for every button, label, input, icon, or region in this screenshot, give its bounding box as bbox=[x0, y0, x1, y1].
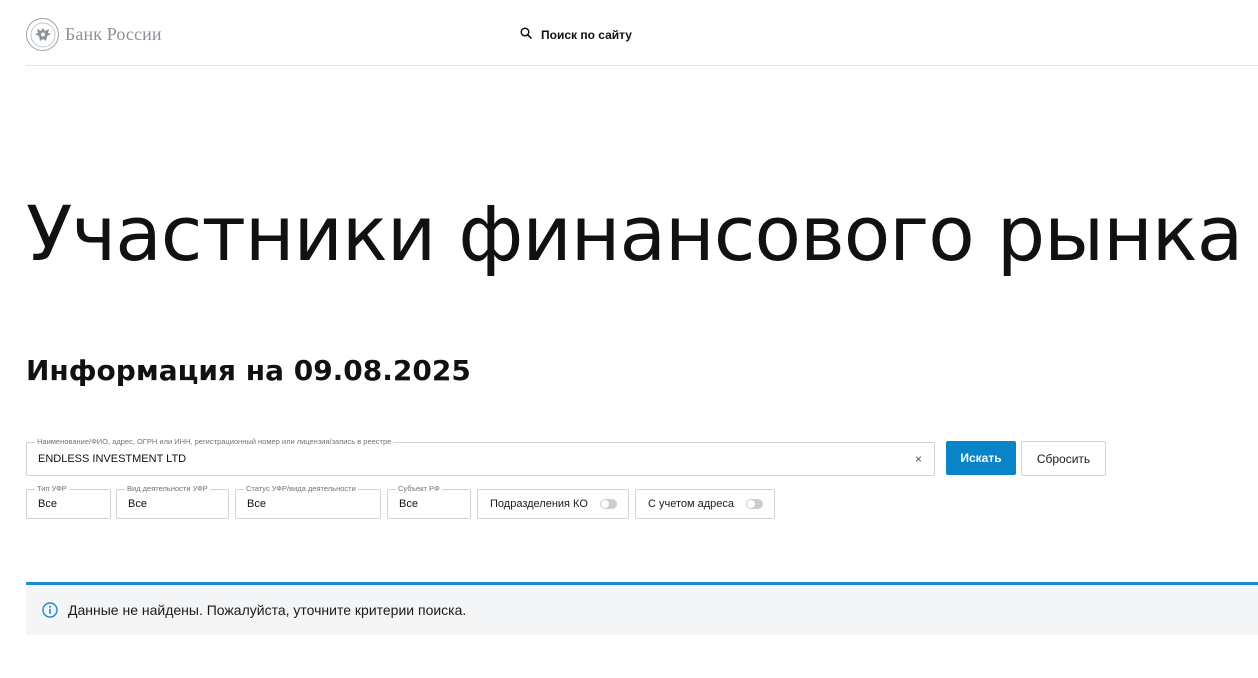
search-field-legend: Наименование/ФИО, адрес, ОГРН или ИНН, р… bbox=[35, 437, 394, 447]
address-toggle[interactable]: С учетом адреса bbox=[635, 489, 775, 519]
filter-region-select[interactable]: Субъект РФ Все bbox=[387, 484, 471, 519]
logo-text: Банк России bbox=[65, 24, 162, 44]
filter-value: Все bbox=[38, 498, 57, 510]
toggle-label: С учетом адреса bbox=[648, 498, 735, 510]
filter-status-select[interactable]: Статус УФР/вида деятельности Все bbox=[235, 484, 381, 519]
filter-activity-type-select[interactable]: Вид деятельности УФР Все bbox=[116, 484, 229, 519]
filter-value: Все bbox=[399, 498, 418, 510]
info-icon bbox=[42, 602, 58, 618]
site-search-label: Поиск по сайту bbox=[541, 28, 632, 42]
toggle-switch[interactable] bbox=[600, 499, 617, 509]
page-title: Участники финансового рынка bbox=[26, 189, 1243, 278]
registry-search-input[interactable]: Наименование/ФИО, адрес, ОГРН или ИНН, р… bbox=[26, 437, 935, 476]
toggle-label: Подразделения КО bbox=[490, 498, 588, 510]
search-button[interactable]: Искать bbox=[946, 441, 1016, 475]
filter-legend: Тип УФР bbox=[35, 484, 69, 494]
filter-legend: Статус УФР/вида деятельности bbox=[244, 484, 358, 494]
site-search-button[interactable]: Поиск по сайту bbox=[520, 26, 632, 44]
branches-toggle[interactable]: Подразделения КО bbox=[477, 489, 629, 519]
bank-logo[interactable]: Банк России bbox=[26, 18, 162, 51]
alert-message: Данные не найдены. Пожалуйста, уточните … bbox=[68, 602, 467, 618]
clear-icon[interactable]: × bbox=[915, 452, 922, 466]
filter-ufr-type-select[interactable]: Тип УФР Все bbox=[26, 484, 111, 519]
filter-legend: Вид деятельности УФР bbox=[125, 484, 210, 494]
reset-button[interactable]: Сбросить bbox=[1021, 441, 1106, 476]
filter-value: Все bbox=[128, 498, 147, 510]
search-field-value: ENDLESS INVESTMENT LTD bbox=[38, 453, 187, 465]
toggle-switch[interactable] bbox=[746, 499, 763, 509]
filter-value: Все bbox=[247, 498, 266, 510]
site-header: Банк России Поиск по сайту bbox=[26, 0, 1258, 66]
no-results-alert: Данные не найдены. Пожалуйста, уточните … bbox=[26, 582, 1258, 635]
search-icon bbox=[520, 26, 532, 44]
double-headed-eagle-icon bbox=[26, 18, 59, 51]
filter-legend: Субъект РФ bbox=[396, 484, 442, 494]
info-date-heading: Информация на 09.08.2025 bbox=[26, 354, 471, 387]
